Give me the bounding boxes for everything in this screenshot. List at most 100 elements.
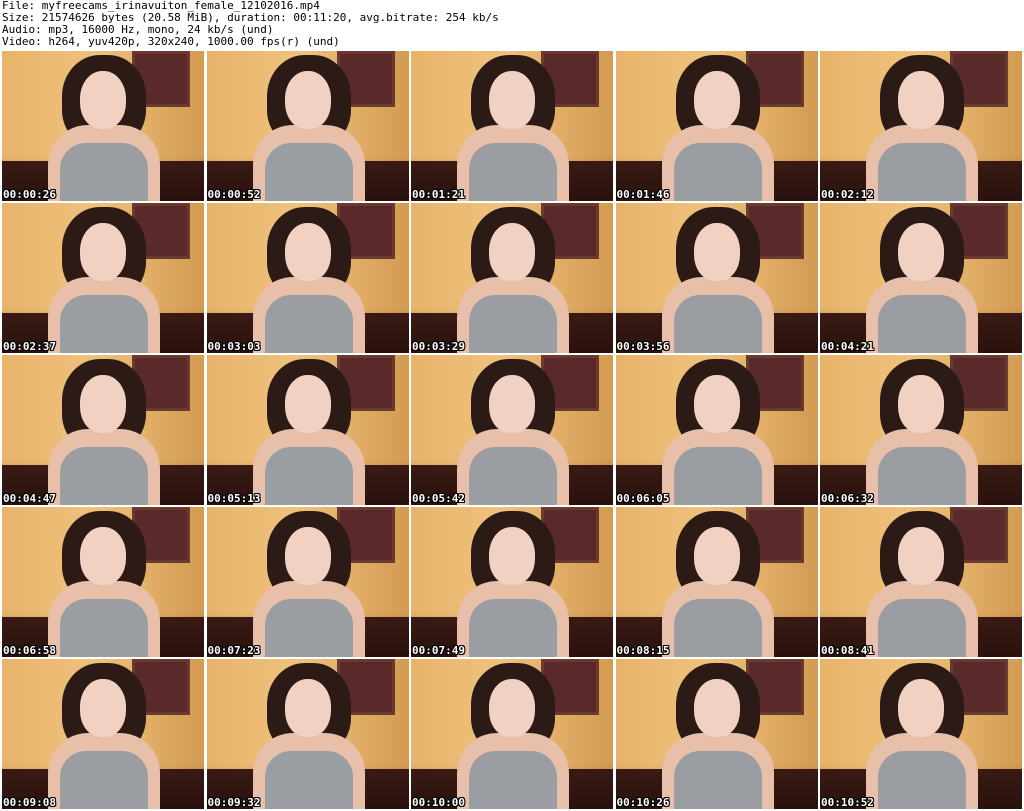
person-gray-top [60,295,148,353]
person-gray-top [878,447,966,505]
person-face [693,679,740,737]
thumbnail-timestamp: 00:10:52 [821,796,874,809]
person-face [693,375,740,433]
thumbnail-timestamp: 00:01:21 [412,188,465,201]
thumbnail-timestamp: 00:07:49 [412,644,465,657]
person-face [489,679,535,737]
thumbnail-timestamp: 00:00:52 [207,188,261,201]
person-gray-top [264,599,353,657]
person-gray-top [673,143,762,201]
person-face [898,375,944,433]
person-face [80,71,126,129]
person-face [284,679,331,737]
person-gray-top [264,143,353,201]
person-gray-top [264,447,353,505]
thumbnail-timestamp: 00:09:08 [3,796,56,809]
video-thumbnail: 00:09:32 [206,659,409,809]
person-gray-top [878,751,966,809]
thumbnail-timestamp: 00:03:29 [412,340,465,353]
video-thumbnail: 00:01:46 [615,51,818,201]
person-face [693,223,740,281]
thumbnail-timestamp: 00:02:12 [821,188,874,201]
video-thumbnail: 00:06:32 [820,355,1022,505]
video-thumbnail: 00:04:47 [2,355,204,505]
file-size-line: Size: 21574626 bytes (20.58 MiB), durati… [2,12,499,24]
video-thumbnail: 00:10:00 [411,659,613,809]
person-gray-top [878,295,966,353]
thumbnail-timestamp: 00:08:15 [616,644,670,657]
video-thumbnail: 00:04:21 [820,203,1022,353]
video-thumbnail: 00:03:56 [615,203,818,353]
video-thumbnail: 00:02:37 [2,203,204,353]
person-gray-top [878,143,966,201]
person-gray-top [673,447,762,505]
person-face [80,375,126,433]
person-gray-top [878,599,966,657]
person-gray-top [673,295,762,353]
thumbnail-timestamp: 00:01:46 [616,188,670,201]
person-face [898,223,944,281]
thumbnail-timestamp: 00:04:47 [3,492,56,505]
thumbnail-timestamp: 00:06:05 [616,492,670,505]
file-name-line: File: myfreecams_irinavuiton_female_1210… [2,0,320,12]
person-face [693,71,740,129]
audio-info-line: Audio: mp3, 16000 Hz, mono, 24 kb/s (und… [2,24,274,36]
person-face [898,679,944,737]
video-thumbnail: 00:00:52 [206,51,409,201]
thumbnail-grid: 00:00:26 00:00:52 00:01:21 00:01:46 00:02:12… [2,51,1022,809]
person-gray-top [469,295,557,353]
video-thumbnail: 00:10:26 [615,659,818,809]
person-gray-top [469,599,557,657]
video-thumbnail: 00:02:12 [820,51,1022,201]
video-thumbnail: 00:06:05 [615,355,818,505]
thumbnail-timestamp: 00:07:23 [207,644,261,657]
person-face [80,679,126,737]
person-gray-top [673,751,762,809]
person-face [284,71,331,129]
file-info-header: File: myfreecams_irinavuiton_female_1210… [2,0,1022,49]
person-face [80,527,126,585]
video-thumbnail: 00:05:42 [411,355,613,505]
thumbnail-timestamp: 00:10:00 [412,796,465,809]
video-thumbnail: 00:03:29 [411,203,613,353]
person-gray-top [673,599,762,657]
person-face [489,527,535,585]
person-gray-top [469,751,557,809]
video-thumbnail: 00:00:26 [2,51,204,201]
person-face [284,375,331,433]
thumbnail-timestamp: 00:10:26 [616,796,670,809]
thumbnail-timestamp: 00:02:37 [3,340,56,353]
thumbnail-timestamp: 00:09:32 [207,796,261,809]
person-face [898,527,944,585]
person-face [80,223,126,281]
person-gray-top [60,143,148,201]
person-gray-top [469,447,557,505]
video-thumbnail: 00:09:08 [2,659,204,809]
person-gray-top [60,751,148,809]
person-face [489,375,535,433]
thumbnail-timestamp: 00:06:32 [821,492,874,505]
video-thumbnail: 00:07:23 [206,507,409,657]
person-gray-top [60,447,148,505]
video-thumbnail: 00:08:15 [615,507,818,657]
thumbnail-timestamp: 00:05:13 [207,492,261,505]
video-thumbnail: 00:05:13 [206,355,409,505]
video-thumbnail: 00:10:52 [820,659,1022,809]
person-gray-top [264,295,353,353]
person-face [489,223,535,281]
person-face [898,71,944,129]
thumbnail-timestamp: 00:04:21 [821,340,874,353]
thumbnail-timestamp: 00:06:58 [3,644,56,657]
thumbnail-timestamp: 00:03:03 [207,340,261,353]
person-gray-top [469,143,557,201]
video-thumbnail: 00:01:21 [411,51,613,201]
person-gray-top [264,751,353,809]
video-thumbnail: 00:08:41 [820,507,1022,657]
video-thumbnail: 00:06:58 [2,507,204,657]
person-face [284,223,331,281]
person-gray-top [60,599,148,657]
person-face [693,527,740,585]
person-face [284,527,331,585]
video-info-line: Video: h264, yuv420p, 320x240, 1000.00 f… [2,36,340,48]
thumbnail-timestamp: 00:05:42 [412,492,465,505]
